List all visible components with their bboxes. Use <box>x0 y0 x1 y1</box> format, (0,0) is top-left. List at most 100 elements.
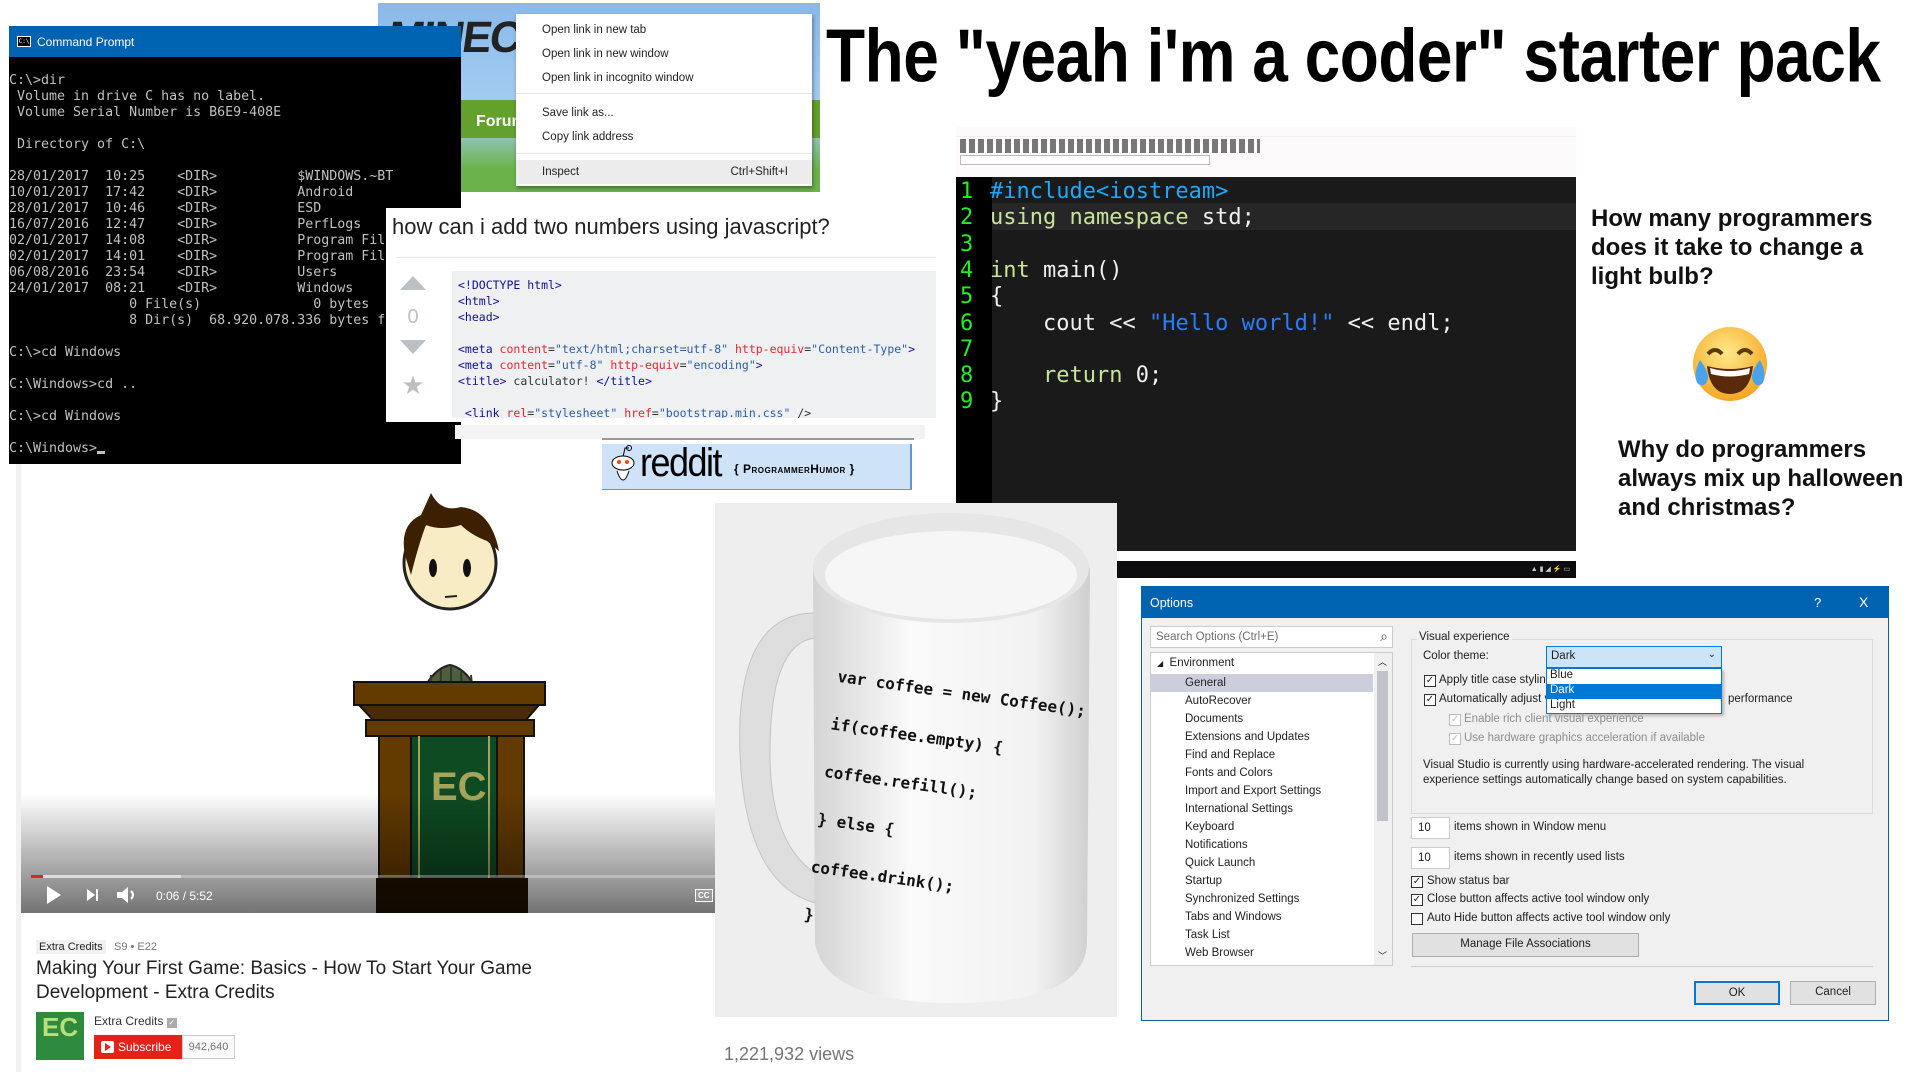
captions-button[interactable]: CC <box>695 889 713 902</box>
tree-item[interactable]: Task List <box>1151 926 1373 944</box>
channel-avatar[interactable]: EC <box>36 1012 84 1060</box>
recent-items-input[interactable]: 10 <box>1411 847 1450 869</box>
line-number: 9 <box>960 389 974 415</box>
reddit-alien-icon[interactable] <box>608 444 638 490</box>
tree-item[interactable]: Documents <box>1151 710 1373 728</box>
question-title[interactable]: how can i add two numbers using javascri… <box>392 214 830 240</box>
vote-count: 0 <box>407 306 419 328</box>
play-icon[interactable] <box>47 886 61 904</box>
editor-line[interactable]: 9} <box>956 389 1576 415</box>
series-badge[interactable]: Extra Credits <box>36 940 106 954</box>
reddit-wordmark[interactable]: reddit <box>640 440 723 486</box>
options-tree: ◢ Environment General AutoRecover Document… <box>1150 652 1393 966</box>
scroll-thumb[interactable] <box>1377 671 1388 821</box>
channel-name-text: Extra Credits <box>94 1014 164 1028</box>
tree-scrollbar[interactable]: ︿ ﹀ <box>1374 653 1392 965</box>
editor-line[interactable]: 7 <box>956 337 1576 363</box>
search-icon[interactable]: ⌕ <box>1380 628 1388 645</box>
channel-name[interactable]: Extra Credits ✓ <box>94 1014 177 1028</box>
tree-item[interactable]: Web Browser <box>1151 944 1373 962</box>
tree-item[interactable]: Fonts and Colors <box>1151 764 1373 782</box>
progress-bar[interactable] <box>31 875 715 878</box>
volume-icon[interactable] <box>117 886 137 904</box>
apply-title-case-checkbox[interactable]: ✓ <box>1424 675 1436 687</box>
video-player[interactable]: EC 0:06 / 5:52 CC <box>21 465 715 913</box>
use-hw-checkbox[interactable]: ✓ <box>1449 733 1461 745</box>
tree-item[interactable]: Keyboard <box>1151 818 1373 836</box>
editor-line[interactable]: 8 return 0; <box>956 363 1576 389</box>
tree-item[interactable]: Extensions and Updates <box>1151 728 1373 746</box>
code-line: <head> <box>458 309 936 325</box>
auto-hide-checkbox[interactable] <box>1411 913 1423 925</box>
editor-line[interactable]: 6 cout << "Hello world!" << endl; <box>956 311 1576 337</box>
tree-node-environment[interactable]: ◢ Environment <box>1157 657 1234 669</box>
theme-option-blue[interactable]: Blue <box>1547 669 1721 684</box>
line-source: int main() <box>990 258 1122 284</box>
downvote-arrow-icon[interactable] <box>400 340 426 354</box>
editor-line[interactable]: 3 <box>956 232 1576 258</box>
close-button-checkbox[interactable]: ✓ <box>1411 894 1423 906</box>
cmd-icon: C:\ <box>17 36 31 47</box>
menu-item-label: Open link in new tab <box>542 24 647 36</box>
code-line: <!DOCTYPE html> <box>458 277 936 293</box>
tree-item[interactable]: International Settings <box>1151 800 1373 818</box>
meme-title: The "yeah i'm a coder" starter pack <box>826 13 1881 99</box>
code-token: <title> <box>458 374 507 388</box>
expand-triangle-icon[interactable]: ◢ <box>1157 659 1163 668</box>
tree-node-label: Environment <box>1169 657 1235 669</box>
color-theme-dropdown[interactable]: Dark ⌄ <box>1546 646 1722 668</box>
close-button[interactable]: X <box>1859 594 1868 610</box>
tree-item[interactable]: Find and Replace <box>1151 746 1373 764</box>
menu-item-open-incognito[interactable]: Open link in incognito window <box>542 68 792 88</box>
menu-item-open-new-tab[interactable]: Open link in new tab <box>542 20 792 40</box>
reddit-header: reddit { ProgrammerHumor } <box>602 438 914 492</box>
show-status-bar-checkbox[interactable]: ✓ <box>1411 876 1423 888</box>
ok-button[interactable]: OK <box>1694 981 1780 1005</box>
tree-item[interactable]: Synchronized Settings <box>1151 890 1373 908</box>
joke-lightbulb: How many programmers does it take to cha… <box>1591 204 1872 291</box>
menu-separator <box>516 153 812 154</box>
code-token: </title> <box>596 374 652 388</box>
video-title[interactable]: Making Your First Game: Basics - How To … <box>36 957 532 1005</box>
theme-option-dark[interactable]: Dark <box>1547 684 1721 699</box>
editor-toolbar[interactable] <box>956 127 1576 177</box>
menu-item-open-new-window[interactable]: Open link in new window <box>542 44 792 64</box>
tree-item[interactable]: Import and Export Settings <box>1151 782 1373 800</box>
editor-line[interactable]: 1 #include<iostream> <box>956 179 1576 205</box>
tree-item[interactable]: Tabs and Windows <box>1151 908 1373 926</box>
enable-rich-label: Enable rich client visual experience <box>1464 713 1644 725</box>
window-items-input[interactable]: 10 <box>1411 817 1450 839</box>
editor-line[interactable]: 2 using namespace std; <box>956 205 1576 231</box>
menu-item-inspect[interactable]: Inspect Ctrl+Shift+I <box>516 160 812 184</box>
next-icon[interactable] <box>87 889 99 901</box>
menu-item-label: Open link in new window <box>542 48 669 60</box>
tree-item[interactable]: AutoRecover <box>1151 692 1373 710</box>
editor-line[interactable]: 4 int main() <box>956 258 1576 284</box>
help-button[interactable]: ? <box>1814 595 1821 610</box>
auto-adjust-checkbox[interactable]: ✓ <box>1424 694 1436 706</box>
tree-item[interactable]: Startup <box>1151 872 1373 890</box>
menu-item-copy-link[interactable]: Copy link address <box>542 127 792 147</box>
menu-item-save-link[interactable]: Save link as... <box>542 103 792 123</box>
tree-item[interactable]: General <box>1151 674 1373 692</box>
editor-line[interactable]: 5{ <box>956 284 1576 310</box>
video-title-line: Development - Extra Credits <box>36 982 275 1003</box>
cancel-button[interactable]: Cancel <box>1790 981 1876 1005</box>
tray-icons[interactable]: ▲ ▮ ◢ ⚡ ▭ <box>1531 566 1570 573</box>
theme-option-light[interactable]: Light <box>1547 699 1721 714</box>
search-options-input[interactable]: Search Options (Ctrl+E) ⌕ <box>1150 626 1393 648</box>
code-line: <html> <box>458 293 936 309</box>
scroll-down-icon[interactable]: ﹀ <box>1378 949 1387 962</box>
tree-item[interactable]: Quick Launch <box>1151 854 1373 872</box>
code-token: = <box>679 358 687 372</box>
manage-file-associations-button[interactable]: Manage File Associations <box>1412 933 1639 957</box>
favorite-star-icon[interactable]: ★ <box>400 370 426 401</box>
subreddit-name[interactable]: { ProgrammerHumor } <box>734 462 855 476</box>
upvote-arrow-icon[interactable] <box>400 276 426 290</box>
subscribe-button[interactable]: Subscribe <box>94 1035 182 1059</box>
enable-rich-checkbox[interactable]: ✓ <box>1449 714 1461 726</box>
tree-item[interactable]: Notifications <box>1151 836 1373 854</box>
joke-line: always mix up halloween <box>1618 465 1904 492</box>
scroll-up-icon[interactable]: ︿ <box>1378 655 1387 668</box>
